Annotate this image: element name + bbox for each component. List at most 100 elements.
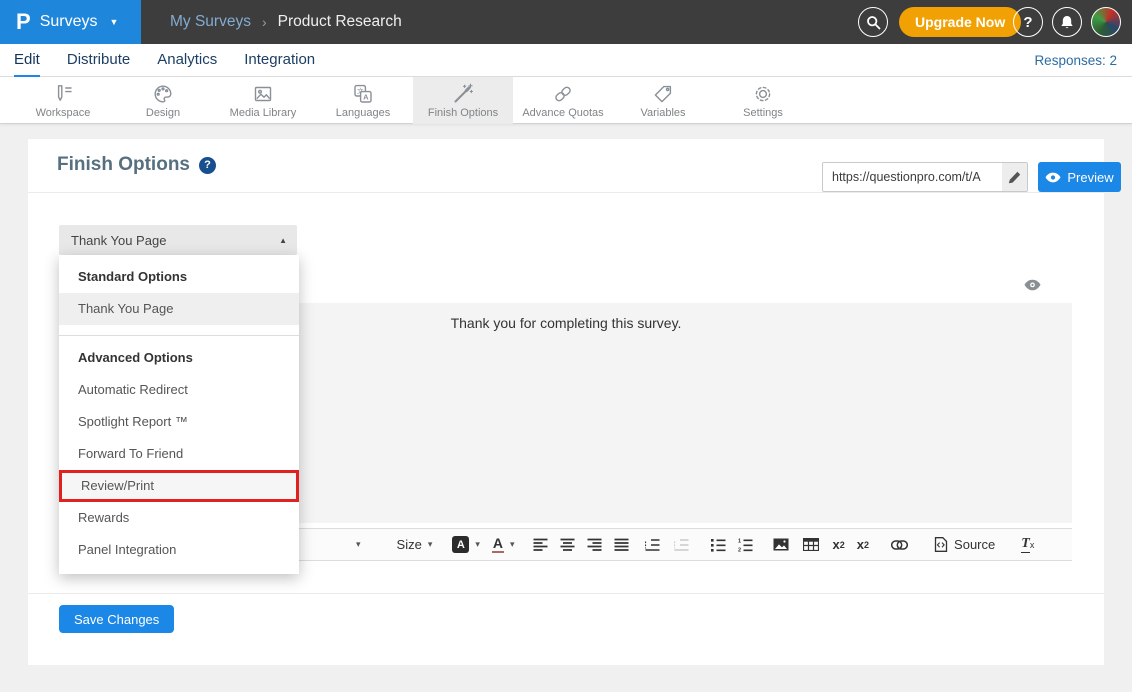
insert-image-button[interactable] — [773, 538, 789, 551]
toolbar-item-settings[interactable]: Settings — [713, 77, 813, 124]
finish-option-dropdown-panel: Standard Options Thank You Page Advanced… — [59, 255, 299, 574]
questionpro-logo: P — [16, 0, 31, 44]
thankyou-message-text: Thank you for completing this survey. — [451, 315, 682, 331]
breadcrumb: My Surveys › Product Research — [170, 0, 402, 44]
bullet-list-icon — [711, 538, 726, 552]
edit-url-button[interactable] — [1002, 163, 1027, 191]
chevron-down-icon: ▼ — [109, 17, 118, 27]
preview-thankyou-button[interactable] — [1024, 278, 1041, 296]
source-button[interactable]: Source — [934, 537, 995, 552]
chevron-down-icon: ▾ — [510, 539, 515, 550]
decrease-indent-icon — [674, 538, 689, 552]
subscript-button[interactable]: x2 — [833, 537, 845, 552]
gear-icon — [751, 82, 775, 106]
svg-text:2: 2 — [738, 547, 741, 551]
notifications-button[interactable] — [1052, 7, 1082, 37]
tab-analytics[interactable]: Analytics — [157, 44, 217, 77]
help-button[interactable]: ? — [1013, 7, 1043, 37]
questionpro-app: P Surveys ▼ My Surveys › Product Researc… — [0, 0, 1132, 692]
eye-icon — [1045, 172, 1061, 183]
remove-format-button[interactable]: Tx — [1021, 536, 1034, 553]
divider — [28, 192, 1104, 193]
numbered-list-button[interactable]: 12 — [738, 538, 753, 552]
option-automatic-redirect[interactable]: Automatic Redirect — [59, 374, 299, 406]
background-color-button[interactable]: A ▾ — [452, 536, 480, 553]
svg-text:A: A — [363, 93, 369, 102]
advanced-options-header: Advanced Options — [59, 336, 299, 374]
media-library-icon — [251, 82, 275, 106]
question-mark-icon: ? — [1023, 14, 1032, 31]
preview-button[interactable]: Preview — [1038, 162, 1121, 192]
justify-button[interactable] — [614, 538, 629, 552]
tag-icon — [651, 82, 675, 106]
breadcrumb-my-surveys[interactable]: My Surveys — [170, 13, 251, 31]
source-document-icon — [934, 537, 948, 552]
surveys-product-menu[interactable]: P Surveys ▼ — [0, 0, 141, 44]
insert-link-button[interactable] — [891, 540, 908, 550]
option-review-print[interactable]: Review/Print — [59, 470, 299, 502]
top-navbar: P Surveys ▼ My Surveys › Product Researc… — [0, 0, 1132, 44]
toolbar-item-workspace[interactable]: Workspace — [13, 77, 113, 124]
superscript-button[interactable]: x2 — [857, 537, 869, 552]
save-changes-button[interactable]: Save Changes — [59, 605, 174, 633]
tab-edit[interactable]: Edit — [14, 44, 40, 77]
align-center-button[interactable] — [560, 538, 575, 552]
user-avatar[interactable] — [1091, 7, 1121, 37]
option-panel-integration[interactable]: Panel Integration — [59, 534, 299, 566]
align-left-icon — [533, 538, 548, 552]
text-color-button[interactable]: A ▾ — [492, 536, 515, 553]
search-icon — [866, 15, 881, 30]
bullet-list-button[interactable] — [711, 538, 726, 552]
standard-options-header: Standard Options — [59, 255, 299, 293]
toolbar-item-languages[interactable]: 文A Languages — [313, 77, 413, 124]
font-size-combo[interactable]: Size ▾ — [397, 537, 433, 552]
table-icon — [803, 538, 819, 551]
pencil-icon — [1008, 171, 1021, 184]
responses-count[interactable]: Responses: 2 — [1034, 44, 1117, 77]
survey-url-field — [822, 162, 1028, 192]
chevron-down-icon: ▾ — [428, 539, 433, 550]
upgrade-now-button[interactable]: Upgrade Now — [899, 7, 1021, 37]
chevron-down-icon: ▾ — [475, 539, 480, 550]
design-palette-icon — [151, 82, 175, 106]
preview-label: Preview — [1067, 170, 1113, 185]
numbered-list-icon: 12 — [738, 538, 753, 552]
toolbar-item-variables[interactable]: Variables — [613, 77, 713, 124]
option-thank-you-page[interactable]: Thank You Page — [59, 293, 299, 325]
align-left-button[interactable] — [533, 538, 548, 552]
insert-table-button[interactable] — [803, 538, 819, 551]
text-color-icon: A — [492, 536, 504, 553]
search-button[interactable] — [858, 7, 888, 37]
question-mark-icon: ? — [204, 159, 211, 171]
tab-integration[interactable]: Integration — [244, 44, 315, 77]
link-icon — [891, 540, 908, 550]
chevron-up-icon: ▲ — [279, 236, 287, 245]
bell-icon — [1059, 15, 1075, 30]
toolbar-item-media-library[interactable]: Media Library — [213, 77, 313, 124]
edit-toolbar: Workspace Design Media Library 文A Langua… — [0, 77, 1132, 124]
breadcrumb-separator: › — [262, 14, 267, 30]
toolbar-item-finish-options[interactable]: Finish Options — [413, 77, 513, 124]
align-right-button[interactable] — [587, 538, 602, 552]
breadcrumb-current-survey: Product Research — [278, 13, 402, 31]
eye-icon — [1024, 279, 1041, 291]
decrease-indent-button[interactable] — [674, 538, 689, 552]
option-rewards[interactable]: Rewards — [59, 502, 299, 534]
finish-option-select[interactable]: Thank You Page ▲ — [59, 225, 297, 255]
align-right-icon — [587, 538, 602, 552]
toolbar-item-design[interactable]: Design — [113, 77, 213, 124]
workspace-icon — [51, 82, 75, 106]
survey-tabs-row: Edit Distribute Analytics Integration Re… — [0, 44, 1132, 77]
option-spotlight-report[interactable]: Spotlight Report ™ — [59, 406, 299, 438]
chain-links-icon — [551, 82, 575, 106]
font-combo-caret-icon[interactable]: ▾ — [356, 539, 361, 550]
tab-distribute[interactable]: Distribute — [67, 44, 130, 77]
title-help-button[interactable]: ? — [199, 157, 216, 174]
survey-url-input[interactable] — [823, 163, 1002, 191]
image-icon — [773, 538, 789, 551]
option-forward-to-friend[interactable]: Forward To Friend — [59, 438, 299, 470]
background-color-icon: A — [452, 536, 469, 553]
align-center-icon — [560, 538, 575, 552]
toolbar-item-advance-quotas[interactable]: Advance Quotas — [513, 77, 613, 124]
increase-indent-button[interactable] — [645, 538, 660, 552]
